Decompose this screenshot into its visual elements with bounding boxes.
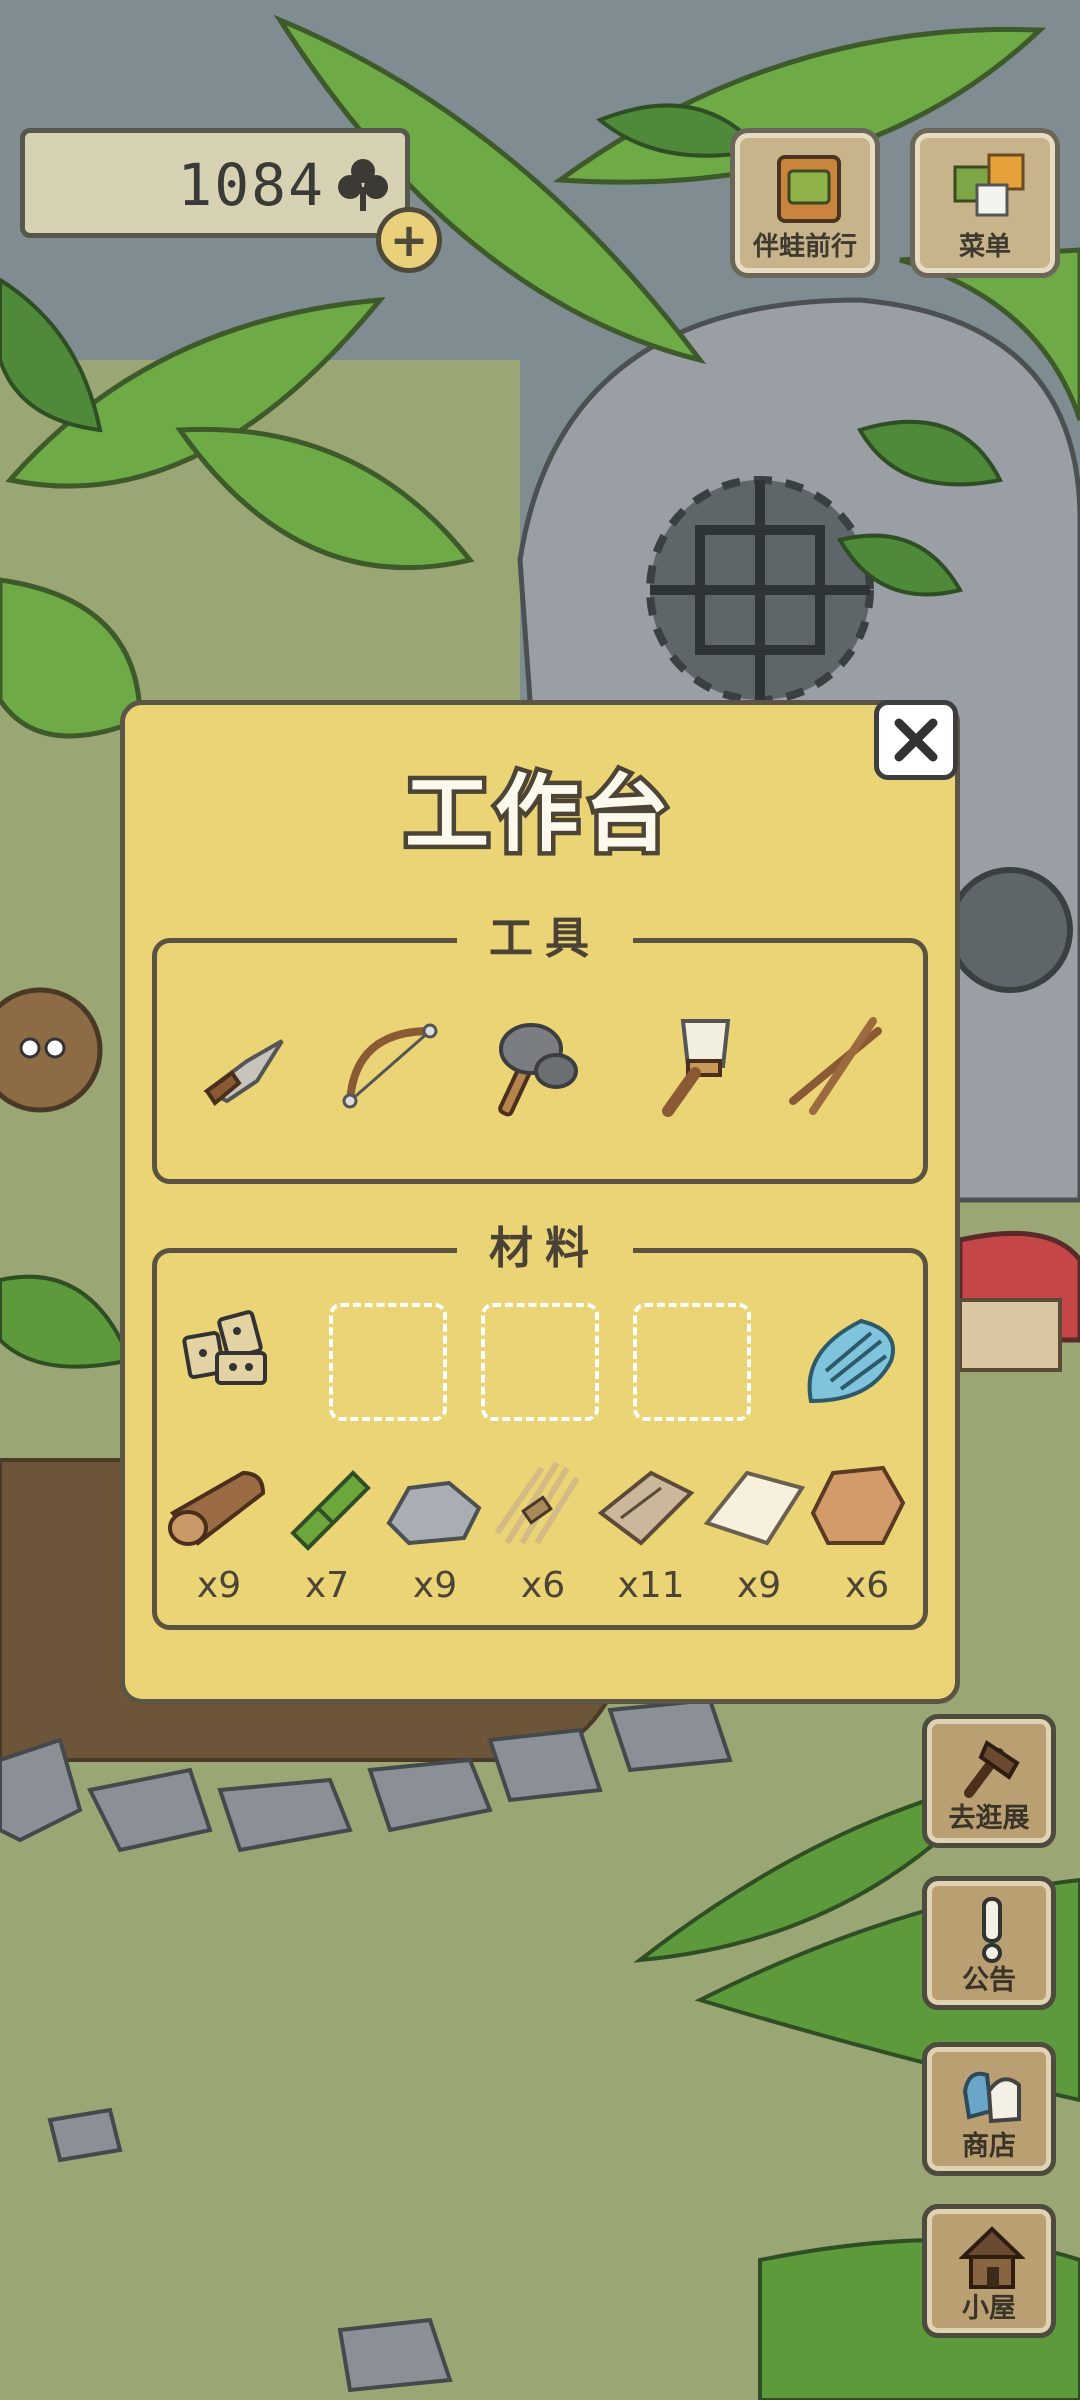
clover-count: 1084 <box>177 151 325 219</box>
material-count: x7 <box>304 1565 350 1606</box>
chopsticks-icon[interactable] <box>783 1011 893 1121</box>
materials-label: 材料 <box>457 1219 633 1279</box>
empty-material-slot[interactable] <box>633 1303 751 1421</box>
brush-icon[interactable] <box>633 1011 743 1121</box>
add-clover-button[interactable]: + <box>376 207 442 273</box>
shop-bags-icon <box>962 2071 1021 2124</box>
shop-label: 商店 <box>962 2131 1016 2162</box>
tools-label: 工具 <box>457 909 633 969</box>
cloth-icon[interactable] <box>591 1453 701 1553</box>
material-count: x11 <box>617 1565 685 1606</box>
hammer-icon <box>964 1740 1020 1798</box>
exclamation-icon <box>982 1897 1002 1963</box>
exhibition-button[interactable]: 去逛展 <box>922 1714 1056 1848</box>
menu-label: 菜单 <box>958 232 1011 262</box>
book-icon <box>777 155 841 223</box>
menu-button[interactable]: 菜单 <box>910 128 1060 278</box>
log-icon[interactable] <box>163 1453 273 1553</box>
exhibition-label: 去逛展 <box>948 1803 1030 1834</box>
close-button[interactable] <box>874 700 958 780</box>
seashell-icon[interactable] <box>791 1301 909 1419</box>
house-label: 小屋 <box>962 2293 1016 2324</box>
material-count: x6 <box>844 1565 890 1606</box>
material-count: x6 <box>520 1565 566 1606</box>
menu-icon <box>953 153 1025 217</box>
notice-label: 公告 <box>962 1965 1016 1996</box>
house-icon <box>959 2226 1025 2289</box>
leather-icon[interactable] <box>803 1453 913 1553</box>
clover-icon <box>338 159 388 211</box>
materials-panel: 材料 x9 x7 x9 x6 x11 x9 x6 <box>152 1219 928 1630</box>
material-count: x9 <box>196 1565 242 1606</box>
close-icon <box>894 718 938 762</box>
bow-icon[interactable] <box>335 1011 445 1121</box>
house-button[interactable]: 小屋 <box>922 2204 1056 2338</box>
clover-counter: 1084 <box>20 128 410 238</box>
shop-button[interactable]: 商店 <box>922 2042 1056 2176</box>
straw-bundle-icon[interactable] <box>487 1453 597 1553</box>
dice-charm-icon[interactable] <box>177 1291 295 1409</box>
empty-material-slot[interactable] <box>329 1303 447 1421</box>
travel-with-frog-button[interactable]: 伴蛙前行 <box>730 128 880 278</box>
bamboo-icon[interactable] <box>273 1453 383 1553</box>
stone-axe-icon[interactable] <box>481 1011 591 1121</box>
paper-icon[interactable] <box>697 1453 807 1553</box>
material-count: x9 <box>736 1565 782 1606</box>
travel-with-frog-label: 伴蛙前行 <box>752 232 857 262</box>
stone-icon[interactable] <box>379 1453 489 1553</box>
knife-icon[interactable] <box>187 1011 297 1121</box>
notice-button[interactable]: 公告 <box>922 1876 1056 2010</box>
tools-panel: 工具 <box>152 909 928 1184</box>
material-count: x9 <box>412 1565 458 1606</box>
plus-icon: + <box>389 213 429 267</box>
empty-material-slot[interactable] <box>481 1303 599 1421</box>
dialog-title: 工作台 <box>400 761 675 868</box>
